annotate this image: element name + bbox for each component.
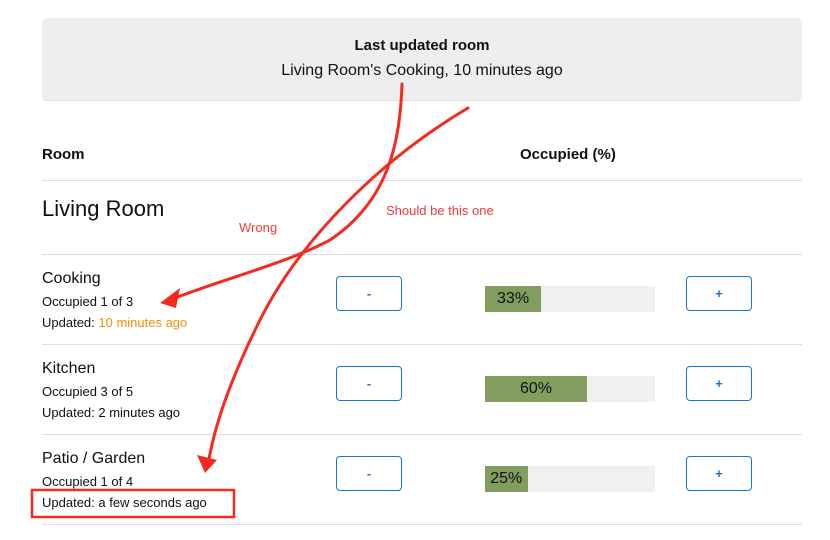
column-header-room: Room — [42, 146, 85, 163]
increment-button[interactable]: + — [686, 276, 752, 311]
updated-value: 2 minutes ago — [98, 405, 181, 420]
room-group-title: Living Room — [42, 196, 165, 221]
room-occupied: Occupied 1 of 3 — [42, 294, 134, 309]
occupancy-bar: 25% — [485, 466, 655, 492]
increment-button[interactable]: + — [686, 456, 752, 491]
updated-label: Updated: — [42, 405, 99, 420]
divider — [42, 434, 802, 435]
occupancy-bar: 60% — [485, 376, 655, 402]
banner-title: Last updated room — [354, 37, 490, 54]
correct-arrowhead — [197, 455, 217, 473]
updated-value: a few seconds ago — [98, 495, 207, 510]
divider — [42, 180, 802, 181]
occupancy-fill: 33% — [485, 286, 542, 312]
last-updated-banner: Last updated room Living Room's Cooking,… — [42, 18, 802, 101]
room-name: Patio / Garden — [42, 450, 146, 467]
room-occupied: Occupied 1 of 4 — [42, 474, 134, 489]
room-name: Kitchen — [42, 360, 96, 377]
updated-value: 10 minutes ago — [98, 315, 188, 330]
room-updated: Updated: 10 minutes ago — [42, 315, 187, 330]
annotation-should-be: Should be this one — [386, 203, 494, 218]
divider — [42, 524, 802, 525]
wrong-arrowhead — [160, 288, 180, 308]
banner-text: Living Room's Cooking, 10 minutes ago — [281, 62, 563, 79]
room-name: Cooking — [42, 270, 101, 287]
occupancy-bar: 33% — [485, 286, 655, 312]
divider — [42, 344, 802, 345]
updated-label: Updated: — [42, 315, 99, 330]
column-header-occupied: Occupied (%) — [520, 146, 616, 163]
occupancy-fill: 60% — [485, 376, 587, 402]
decrement-button[interactable]: - — [336, 456, 402, 491]
decrement-button[interactable]: - — [336, 276, 402, 311]
annotation-wrong: Wrong — [239, 220, 278, 235]
divider — [42, 254, 802, 255]
wrong-arrow-line — [168, 82, 404, 302]
room-occupied: Occupied 3 of 5 — [42, 384, 134, 399]
increment-button[interactable]: + — [686, 366, 752, 401]
occupancy-fill: 25% — [485, 466, 528, 492]
room-updated: Updated: 2 minutes ago — [42, 405, 180, 420]
decrement-button[interactable]: - — [336, 366, 402, 401]
updated-label: Updated: — [42, 495, 99, 510]
room-updated: Updated: a few seconds ago — [42, 495, 207, 510]
